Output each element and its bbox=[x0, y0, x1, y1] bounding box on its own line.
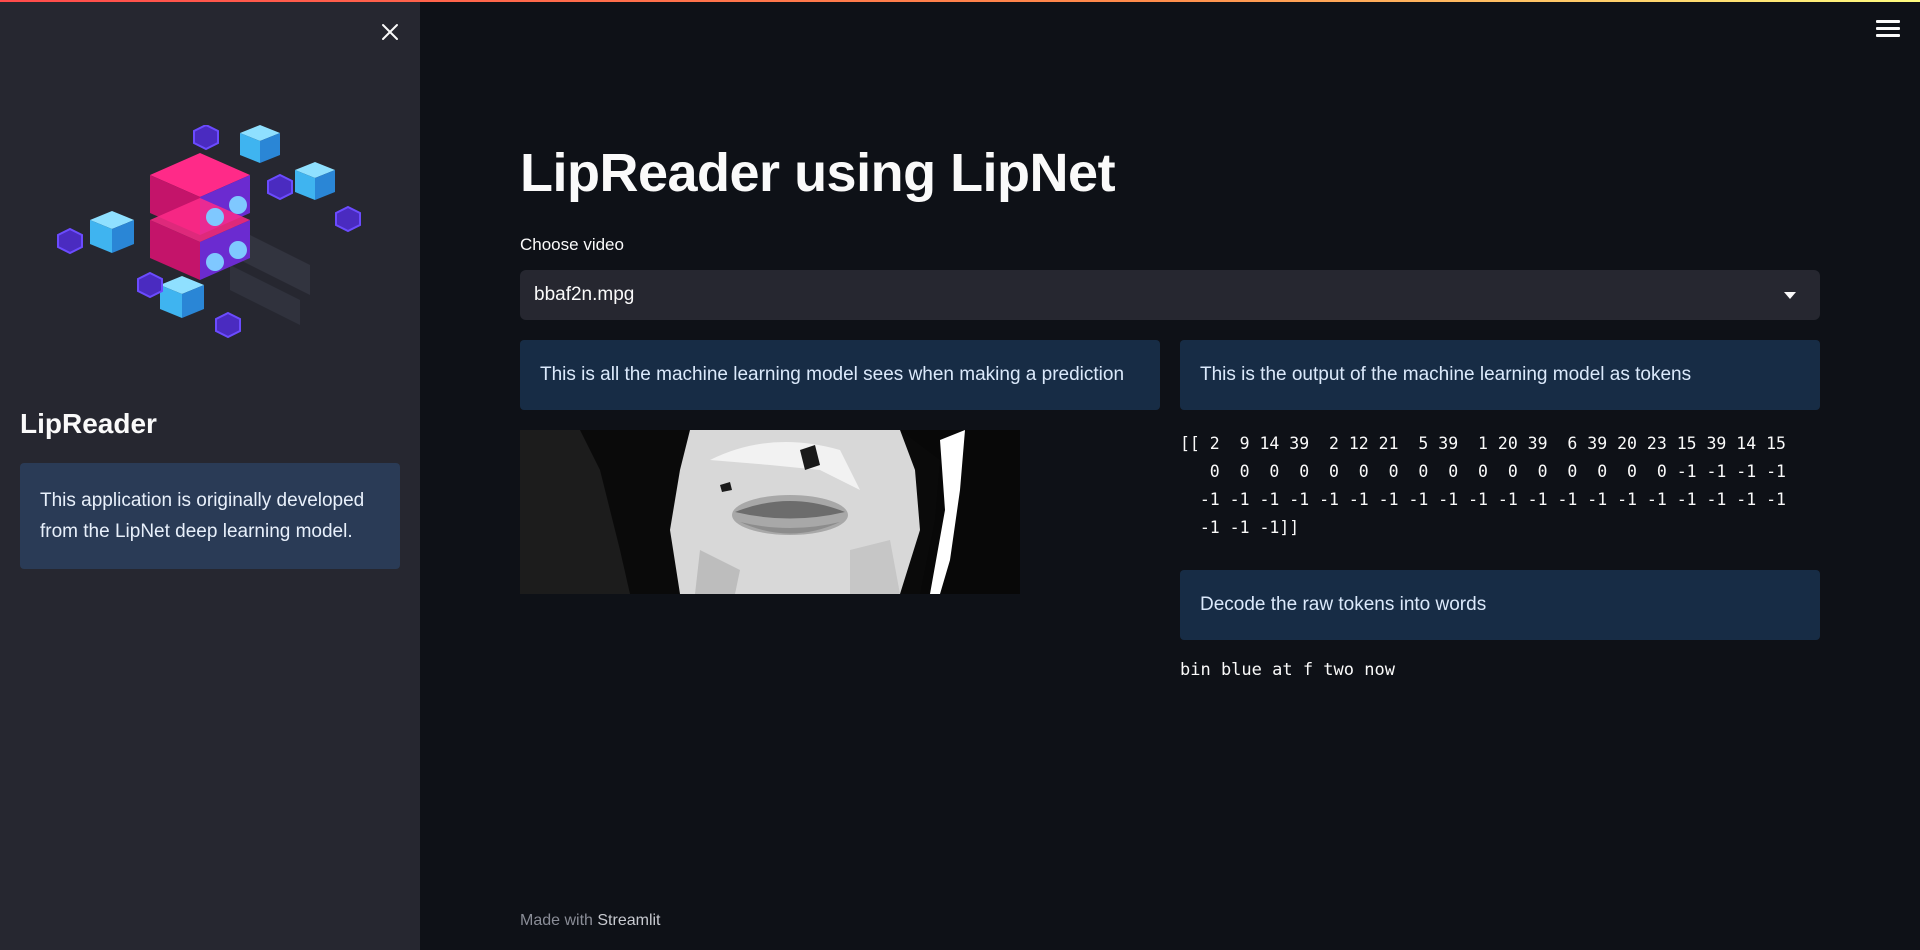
hamburger-line bbox=[1876, 34, 1900, 37]
hamburger-line bbox=[1876, 27, 1900, 30]
sidebar-info-box: This application is originally developed… bbox=[20, 463, 400, 569]
chevron-down-icon bbox=[1784, 291, 1796, 299]
decoded-text: bin blue at f two now bbox=[1180, 660, 1395, 680]
sidebar-title: LipReader bbox=[20, 408, 157, 439]
footer: Made with Streamlit bbox=[520, 912, 661, 930]
token-output: [[ 2 9 14 39 2 12 21 5 39 1 20 39 6 39 2… bbox=[1180, 434, 1786, 537]
model-input-info: This is all the machine learning model s… bbox=[520, 340, 1160, 410]
page-title: LipReader using LipNet bbox=[520, 143, 1116, 203]
server-cubes-illustration bbox=[50, 123, 370, 355]
select-value: bbaf2n.mpg bbox=[534, 284, 635, 305]
top-decoration-bar bbox=[0, 0, 1920, 2]
decode-info: Decode the raw tokens into words bbox=[1180, 570, 1820, 640]
select-label: Choose video bbox=[520, 235, 624, 254]
footer-made-with: Made with bbox=[520, 912, 598, 929]
sidebar: LipReader This application is originally… bbox=[0, 0, 420, 950]
close-icon bbox=[382, 24, 398, 40]
video-frame-image bbox=[520, 430, 1020, 594]
close-sidebar-button[interactable] bbox=[376, 18, 404, 46]
main-menu-button[interactable] bbox=[1876, 20, 1900, 40]
video-select[interactable]: bbaf2n.mpg bbox=[520, 270, 1820, 320]
hamburger-menu-icon bbox=[1876, 20, 1900, 23]
model-output-info: This is the output of the machine learni… bbox=[1180, 340, 1820, 410]
streamlit-link[interactable]: Streamlit bbox=[597, 912, 660, 929]
